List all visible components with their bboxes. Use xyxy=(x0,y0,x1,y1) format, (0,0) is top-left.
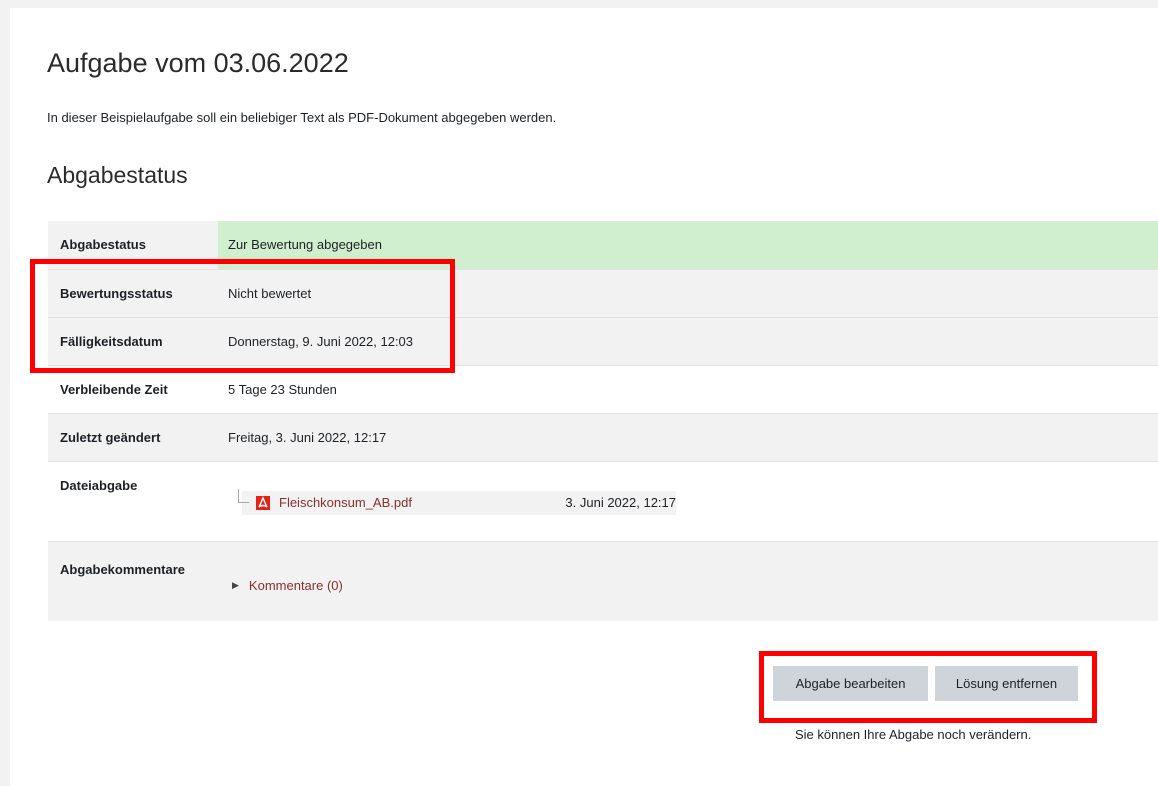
status-row-due-date: Fälligkeitsdatum Donnerstag, 9. Juni 202… xyxy=(48,317,1158,365)
file-date: 3. Juni 2022, 12:17 xyxy=(565,495,676,510)
remove-submission-button[interactable]: Lösung entfernen xyxy=(935,666,1078,701)
status-row-value: Donnerstag, 9. Juni 2022, 12:03 xyxy=(228,333,414,349)
status-row-label: Fälligkeitsdatum xyxy=(60,333,163,349)
page-title: Aufgabe vom 03.06.2022 xyxy=(47,48,349,78)
status-row-time-remaining: Verbleibende Zeit 5 Tage 23 Stunden xyxy=(48,365,1158,413)
status-row-label: Bewertungsstatus xyxy=(60,285,173,301)
file-submission-cell: Fleischkonsum_AB.pdf 3. Juni 2022, 12:17 xyxy=(218,461,1158,541)
edit-submission-button[interactable]: Abgabe bearbeiten xyxy=(773,666,928,701)
assignment-description: In dieser Beispielaufgabe soll ein belie… xyxy=(47,110,557,125)
status-row-label: Dateiabgabe xyxy=(60,477,138,493)
status-row-last-modified: Zuletzt geändert Freitag, 3. Juni 2022, … xyxy=(48,413,1158,461)
status-row-value: Nicht bewertet xyxy=(228,285,312,301)
file-link[interactable]: Fleischkonsum_AB.pdf xyxy=(279,495,565,510)
pdf-icon xyxy=(256,495,270,510)
status-row-submission: Abgabestatus Zur Bewertung abgegeben xyxy=(48,221,1158,269)
section-title: Abgabestatus xyxy=(47,162,188,188)
status-row-label: Zuletzt geändert xyxy=(60,429,161,445)
status-row-label: Verbleibende Zeit xyxy=(60,381,168,397)
status-row-grading: Bewertungsstatus Nicht bewertet xyxy=(48,269,1158,317)
comments-toggle[interactable]: ▶ Kommentare (0) xyxy=(232,578,343,593)
tree-connector xyxy=(238,488,249,503)
file-entry: Fleischkonsum_AB.pdf 3. Juni 2022, 12:17 xyxy=(238,488,676,515)
status-row-value: 5 Tage 23 Stunden xyxy=(228,381,337,397)
comments-cell: ▶ Kommentare (0) xyxy=(218,541,1158,621)
comments-label: Kommentare (0) xyxy=(248,577,343,593)
status-row-label: Abgabekommentare xyxy=(60,561,185,577)
status-row-label: Abgabestatus xyxy=(60,237,146,253)
status-row-value: Freitag, 3. Juni 2022, 12:17 xyxy=(228,429,387,445)
status-row-comments: Abgabekommentare ▶ Kommentare (0) xyxy=(48,541,1158,621)
status-row-value: Zur Bewertung abgegeben xyxy=(218,221,1158,269)
caret-right-icon: ▶ xyxy=(232,579,239,590)
submission-status-table: Abgabestatus Zur Bewertung abgegeben Bew… xyxy=(48,221,1158,621)
status-row-file-submission: Dateiabgabe Fleischkonsum_AB.pdf 3. Juni… xyxy=(48,461,1158,541)
edit-hint: Sie können Ihre Abgabe noch verändern. xyxy=(795,727,1032,742)
